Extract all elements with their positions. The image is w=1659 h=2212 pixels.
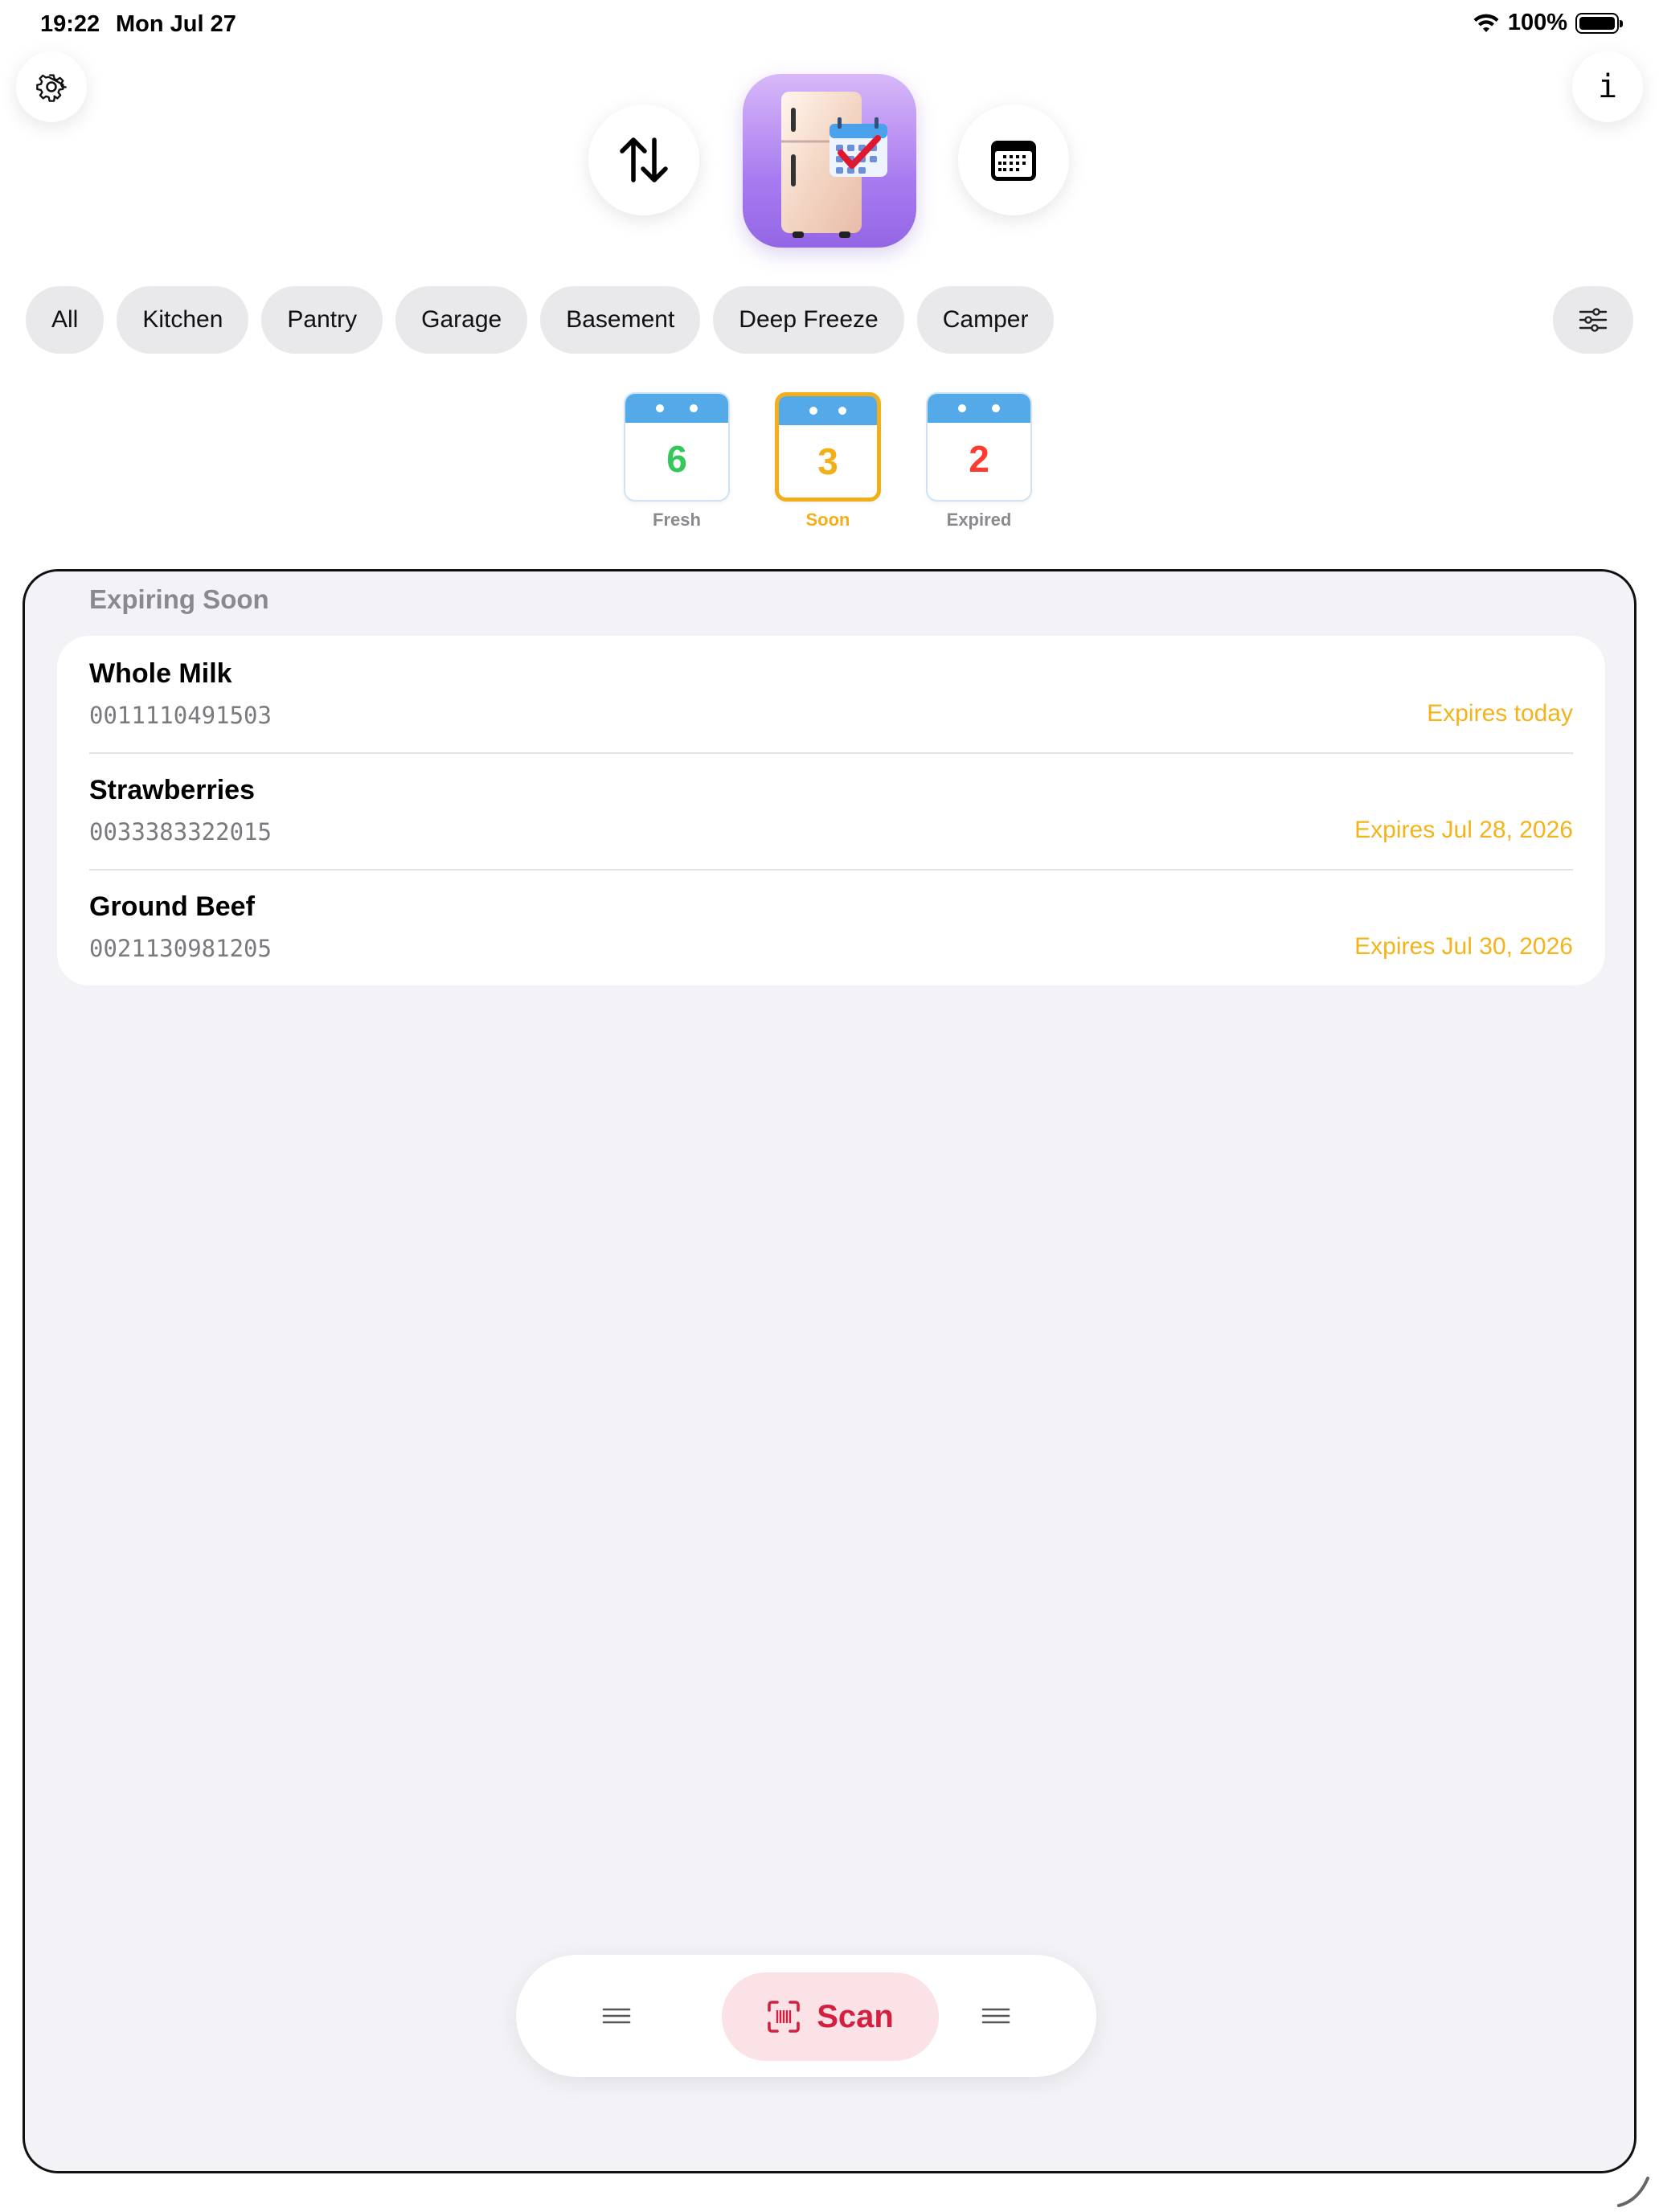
item-list: Whole Milk 0011110491503 Expires today Stra…: [57, 636, 1605, 985]
list-item[interactable]: Ground Beef 0021130981205 Expires Jul 30, …: [57, 869, 1605, 985]
status-time: 19:22: [40, 11, 100, 37]
location-chips: All Kitchen Pantry Garage Basement Deep Freez…: [26, 286, 1055, 354]
item-barcode: 0021130981205: [89, 935, 272, 962]
location-chip-basement[interactable]: Basement: [540, 286, 701, 354]
calendar-icon: [991, 141, 1036, 181]
scan-button[interactable]: Scan: [722, 1972, 939, 2061]
item-barcode: 0033383322015: [89, 818, 272, 846]
item-name: Whole Milk: [89, 658, 232, 689]
tile-count: 2: [969, 438, 989, 480]
location-chip-garage[interactable]: Garage: [395, 286, 528, 354]
info-button[interactable]: i: [1572, 51, 1643, 122]
items-sheet: Expiring Soon Whole Milk 0011110491503 Exp…: [23, 569, 1636, 2173]
status-date: Mon Jul 27: [116, 11, 236, 37]
list-item[interactable]: Strawberries 0033383322015 Expires Jul 28,…: [57, 752, 1605, 869]
battery-icon: [1575, 12, 1623, 34]
battery-level: [1579, 16, 1615, 30]
calendar-ring-dot: [690, 404, 698, 412]
right-menu-button[interactable]: [972, 1992, 1020, 2040]
calendar-ring-dot: [656, 404, 664, 412]
calendar-ring-dot: [992, 404, 1000, 412]
location-chip-kitchen[interactable]: Kitchen: [117, 286, 249, 354]
status-indicators: 100%: [1473, 10, 1623, 36]
item-expiry: Expires Jul 30, 2026: [1354, 933, 1573, 960]
section-header: Expiring Soon: [89, 584, 269, 614]
filter-button[interactable]: [1553, 286, 1633, 354]
battery-percent: 100%: [1507, 10, 1567, 35]
calendar-tile-icon: 6: [624, 392, 730, 502]
calendar-tile-header: [928, 394, 1030, 423]
calendar-button[interactable]: [958, 104, 1069, 215]
wifi-icon: [1473, 14, 1499, 32]
calendar-ring-dot: [809, 407, 817, 415]
tile-label: Soon: [805, 510, 850, 530]
item-name: Ground Beef: [89, 891, 255, 922]
location-chip-all[interactable]: All: [26, 286, 104, 354]
status-tile-soon[interactable]: 3 Soon: [775, 392, 881, 530]
fridge-calendar-app-icon: [781, 92, 887, 238]
info-icon: i: [1597, 68, 1618, 105]
app-icon[interactable]: [743, 74, 916, 248]
tile-label: Fresh: [653, 510, 701, 530]
calendar-ring-dot: [958, 404, 966, 412]
item-barcode: 0011110491503: [89, 702, 272, 729]
menu-lines-icon: [602, 2008, 631, 2024]
location-chip-camper[interactable]: Camper: [916, 286, 1055, 354]
barcode-scan-icon: [768, 2001, 800, 2033]
status-bar: 19:22 Mon Jul 27 100%: [0, 0, 1659, 51]
scan-label: Scan: [817, 1998, 894, 2034]
calendar-tile-header: [625, 394, 728, 423]
calendar-tile-icon: 3: [775, 392, 881, 502]
sort-arrows-icon: [620, 137, 668, 182]
list-item[interactable]: Whole Milk 0011110491503 Expires today: [57, 636, 1605, 752]
sliders-icon: [1579, 308, 1608, 332]
settings-button[interactable]: [16, 51, 87, 122]
sort-button[interactable]: [588, 104, 699, 215]
menu-lines-icon: [981, 2008, 1010, 2024]
bottom-toolbar: Scan: [516, 1955, 1096, 2077]
location-chip-deep-freeze[interactable]: Deep Freeze: [713, 286, 904, 354]
tile-count: 3: [817, 440, 838, 482]
location-chip-pantry[interactable]: Pantry: [261, 286, 383, 354]
tile-count: 6: [666, 438, 687, 480]
left-menu-button[interactable]: [592, 1992, 641, 2040]
calendar-tile-icon: 2: [926, 392, 1032, 502]
calendar-tile-header: [779, 396, 877, 425]
resize-handle-icon[interactable]: [1614, 2170, 1653, 2209]
status-tile-expired[interactable]: 2 Expired: [926, 392, 1032, 530]
status-tiles: 6 Fresh 3 Soon 2 Expired: [624, 392, 1032, 530]
gear-icon: [36, 74, 67, 102]
item-expiry: Expires Jul 28, 2026: [1354, 817, 1573, 843]
status-tile-fresh[interactable]: 6 Fresh: [624, 392, 730, 530]
tile-label: Expired: [946, 510, 1012, 530]
calendar-ring-dot: [838, 407, 846, 415]
item-expiry: Expires today: [1427, 700, 1573, 727]
item-name: Strawberries: [89, 775, 255, 805]
